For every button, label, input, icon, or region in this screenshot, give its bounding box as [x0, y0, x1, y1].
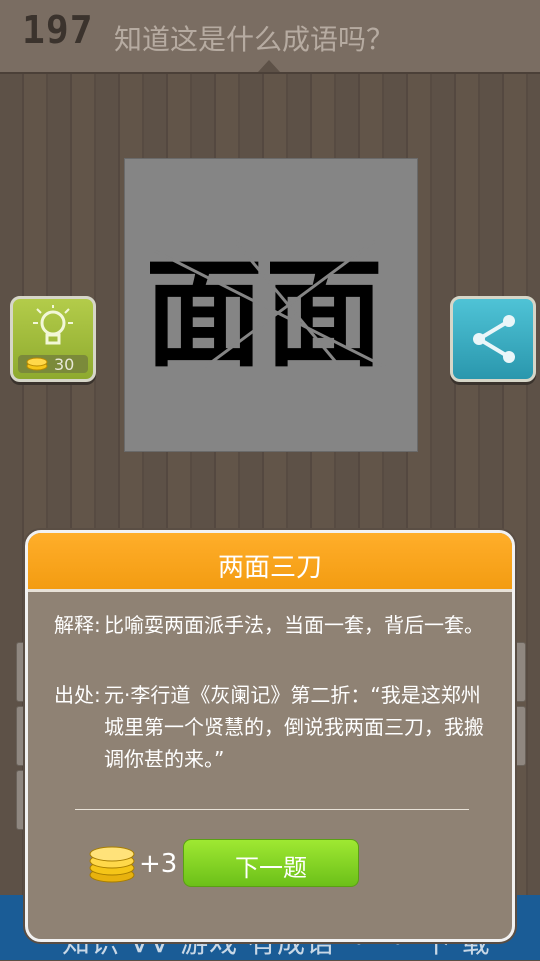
next-question-label: 下一题: [235, 854, 307, 882]
source-label: 出处:: [54, 683, 101, 707]
puzzle-image: 面 面: [124, 158, 418, 452]
dialog-header: 两面三刀: [28, 533, 512, 592]
answer-dialog: 两面三刀 解释: 比喻耍两面派手法，当面一套，背后一套。 出处: 元·李行道《灰…: [25, 530, 515, 942]
dialog-title: 两面三刀: [217, 553, 322, 583]
reward-amount: +3: [139, 849, 178, 879]
puzzle-glyph-left: 面: [145, 245, 263, 383]
puzzle-glyphs: 面 面: [145, 239, 386, 383]
source-text: 元·李行道《灰阑记》第二折：“我是这郑州城里第一个贤慧的，倒说我两面三刀，我搬调…: [104, 683, 484, 771]
hint-cost-badge: 30: [18, 355, 88, 374]
coins-icon: [26, 357, 48, 371]
dialog-divider: [75, 809, 469, 810]
hint-cost-value: 30: [54, 355, 75, 374]
hint-button[interactable]: 30: [10, 296, 96, 382]
level-number: 197: [22, 8, 94, 52]
lightbulb-icon: [33, 305, 73, 345]
coin-stack-icon: [89, 846, 135, 883]
next-question-button[interactable]: 下一题: [183, 839, 359, 887]
explanation-label: 解释:: [54, 613, 101, 637]
share-icon: [473, 315, 515, 363]
question-text: 知道这是什么成语吗？: [114, 23, 395, 56]
explanation-text: 比喻耍两面派手法，当面一套，背后一套。: [104, 613, 484, 637]
share-button[interactable]: [450, 296, 536, 382]
header-notch: [258, 60, 280, 72]
